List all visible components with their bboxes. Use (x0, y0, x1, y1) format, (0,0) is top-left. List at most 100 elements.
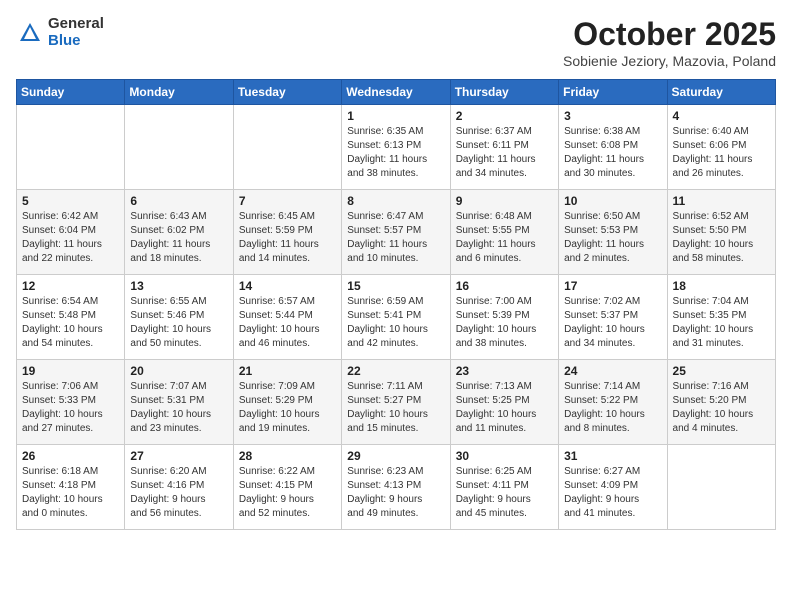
calendar-cell: 30 Sunrise: 6:25 AMSunset: 4:11 PMDayligh… (450, 445, 558, 530)
weekday-header-thursday: Thursday (450, 80, 558, 105)
day-number: 5 (22, 194, 119, 208)
week-row-4: 19 Sunrise: 7:06 AMSunset: 5:33 PMDayligh… (17, 360, 776, 445)
weekday-header-saturday: Saturday (667, 80, 775, 105)
calendar-cell: 5 Sunrise: 6:42 AMSunset: 6:04 PMDaylight… (17, 190, 125, 275)
day-number: 15 (347, 279, 444, 293)
logo-text: General Blue (48, 16, 104, 49)
day-info: Sunrise: 6:45 AMSunset: 5:59 PMDaylight:… (239, 210, 336, 266)
day-info: Sunrise: 6:40 AMSunset: 6:06 PMDaylight:… (673, 125, 770, 181)
day-number: 20 (130, 364, 227, 378)
day-number: 21 (239, 364, 336, 378)
day-number: 11 (673, 194, 770, 208)
calendar-cell (667, 445, 775, 530)
calendar-cell: 9Sunrise: 6:48 AMSunset: 5:55 PMDaylight… (450, 190, 558, 275)
calendar-cell: 18 Sunrise: 7:04 AMSunset: 5:35 PMDayligh… (667, 275, 775, 360)
calendar-cell: 31Sunrise: 6:27 AMSunset: 4:09 PMDayligh… (559, 445, 667, 530)
week-row-2: 5 Sunrise: 6:42 AMSunset: 6:04 PMDaylight… (17, 190, 776, 275)
calendar-cell: 27 Sunrise: 6:20 AMSunset: 4:16 PMDayligh… (125, 445, 233, 530)
day-number: 26 (22, 449, 119, 463)
calendar-cell: 2Sunrise: 6:37 AMSunset: 6:11 PMDaylight… (450, 105, 558, 190)
calendar-cell: 15Sunrise: 6:59 AMSunset: 5:41 PMDayligh… (342, 275, 450, 360)
calendar-cell (125, 105, 233, 190)
weekday-header-wednesday: Wednesday (342, 80, 450, 105)
day-info: Sunrise: 6:42 AMSunset: 6:04 PMDaylight:… (22, 210, 119, 266)
day-info: Sunrise: 7:04 AMSunset: 5:35 PMDaylight:… (673, 295, 770, 351)
calendar-cell (17, 105, 125, 190)
day-number: 10 (564, 194, 661, 208)
day-info: Sunrise: 6:20 AMSunset: 4:16 PMDaylight:… (130, 465, 227, 521)
week-row-5: 26Sunrise: 6:18 AMSunset: 4:18 PMDayligh… (17, 445, 776, 530)
calendar-cell: 1Sunrise: 6:35 AMSunset: 6:13 PMDaylight… (342, 105, 450, 190)
calendar-cell: 28 Sunrise: 6:22 AMSunset: 4:15 PMDayligh… (233, 445, 341, 530)
day-info: Sunrise: 7:07 AMSunset: 5:31 PMDaylight:… (130, 380, 227, 436)
day-info: Sunrise: 6:43 AMSunset: 6:02 PMDaylight:… (130, 210, 227, 266)
title-block: October 2025 Sobienie Jeziory, Mazovia, … (563, 16, 776, 69)
weekday-header-tuesday: Tuesday (233, 80, 341, 105)
day-number: 16 (456, 279, 553, 293)
day-number: 28 (239, 449, 336, 463)
calendar-cell: 6 Sunrise: 6:43 AMSunset: 6:02 PMDaylight… (125, 190, 233, 275)
page-header: General Blue October 2025 Sobienie Jezio… (16, 16, 776, 69)
logo-blue-text: Blue (48, 33, 104, 50)
calendar-cell: 24 Sunrise: 7:14 AMSunset: 5:22 PMDayligh… (559, 360, 667, 445)
day-number: 18 (673, 279, 770, 293)
day-number: 19 (22, 364, 119, 378)
day-number: 25 (673, 364, 770, 378)
day-number: 23 (456, 364, 553, 378)
day-info: Sunrise: 7:06 AMSunset: 5:33 PMDaylight:… (22, 380, 119, 436)
calendar-cell: 16 Sunrise: 7:00 AMSunset: 5:39 PMDayligh… (450, 275, 558, 360)
day-info: Sunrise: 7:09 AMSunset: 5:29 PMDaylight:… (239, 380, 336, 436)
day-info: Sunrise: 6:50 AMSunset: 5:53 PMDaylight:… (564, 210, 661, 266)
week-row-1: 1Sunrise: 6:35 AMSunset: 6:13 PMDaylight… (17, 105, 776, 190)
calendar-cell: 29 Sunrise: 6:23 AMSunset: 4:13 PMDayligh… (342, 445, 450, 530)
day-number: 13 (130, 279, 227, 293)
day-number: 3 (564, 109, 661, 123)
calendar-cell: 12Sunrise: 6:54 AMSunset: 5:48 PMDayligh… (17, 275, 125, 360)
calendar-cell: 10 Sunrise: 6:50 AMSunset: 5:53 PMDayligh… (559, 190, 667, 275)
day-info: Sunrise: 6:22 AMSunset: 4:15 PMDaylight:… (239, 465, 336, 521)
day-info: Sunrise: 7:14 AMSunset: 5:22 PMDaylight:… (564, 380, 661, 436)
calendar-cell: 25 Sunrise: 7:16 AMSunset: 5:20 PMDayligh… (667, 360, 775, 445)
weekday-header-sunday: Sunday (17, 80, 125, 105)
calendar-cell (233, 105, 341, 190)
day-number: 30 (456, 449, 553, 463)
calendar-cell: 13 Sunrise: 6:55 AMSunset: 5:46 PMDayligh… (125, 275, 233, 360)
calendar-cell: 7 Sunrise: 6:45 AMSunset: 5:59 PMDaylight… (233, 190, 341, 275)
day-number: 24 (564, 364, 661, 378)
day-info: Sunrise: 6:25 AMSunset: 4:11 PMDaylight:… (456, 465, 553, 521)
calendar-cell: 23Sunrise: 7:13 AMSunset: 5:25 PMDayligh… (450, 360, 558, 445)
day-number: 22 (347, 364, 444, 378)
calendar-cell: 4Sunrise: 6:40 AMSunset: 6:06 PMDaylight… (667, 105, 775, 190)
calendar-cell: 19 Sunrise: 7:06 AMSunset: 5:33 PMDayligh… (17, 360, 125, 445)
day-info: Sunrise: 6:54 AMSunset: 5:48 PMDaylight:… (22, 295, 119, 351)
calendar-table: SundayMondayTuesdayWednesdayThursdayFrid… (16, 79, 776, 530)
day-number: 14 (239, 279, 336, 293)
logo-general-text: General (48, 16, 104, 33)
calendar-cell: 21 Sunrise: 7:09 AMSunset: 5:29 PMDayligh… (233, 360, 341, 445)
day-info: Sunrise: 6:57 AMSunset: 5:44 PMDaylight:… (239, 295, 336, 351)
weekday-header-friday: Friday (559, 80, 667, 105)
day-number: 31 (564, 449, 661, 463)
calendar-cell: 26Sunrise: 6:18 AMSunset: 4:18 PMDayligh… (17, 445, 125, 530)
calendar-cell: 8Sunrise: 6:47 AMSunset: 5:57 PMDaylight… (342, 190, 450, 275)
day-info: Sunrise: 6:48 AMSunset: 5:55 PMDaylight:… (456, 210, 553, 266)
day-info: Sunrise: 6:38 AMSunset: 6:08 PMDaylight:… (564, 125, 661, 181)
day-info: Sunrise: 6:55 AMSunset: 5:46 PMDaylight:… (130, 295, 227, 351)
logo-icon (16, 19, 44, 47)
day-number: 27 (130, 449, 227, 463)
day-info: Sunrise: 7:00 AMSunset: 5:39 PMDaylight:… (456, 295, 553, 351)
day-number: 6 (130, 194, 227, 208)
weekday-header-monday: Monday (125, 80, 233, 105)
weekday-header-row: SundayMondayTuesdayWednesdayThursdayFrid… (17, 80, 776, 105)
week-row-3: 12Sunrise: 6:54 AMSunset: 5:48 PMDayligh… (17, 275, 776, 360)
month-title: October 2025 (563, 16, 776, 53)
day-info: Sunrise: 7:16 AMSunset: 5:20 PMDaylight:… (673, 380, 770, 436)
day-info: Sunrise: 6:23 AMSunset: 4:13 PMDaylight:… (347, 465, 444, 521)
calendar-cell: 17Sunrise: 7:02 AMSunset: 5:37 PMDayligh… (559, 275, 667, 360)
day-info: Sunrise: 6:37 AMSunset: 6:11 PMDaylight:… (456, 125, 553, 181)
day-number: 29 (347, 449, 444, 463)
day-number: 7 (239, 194, 336, 208)
location-text: Sobienie Jeziory, Mazovia, Poland (563, 53, 776, 69)
logo: General Blue (16, 16, 104, 49)
day-info: Sunrise: 6:47 AMSunset: 5:57 PMDaylight:… (347, 210, 444, 266)
